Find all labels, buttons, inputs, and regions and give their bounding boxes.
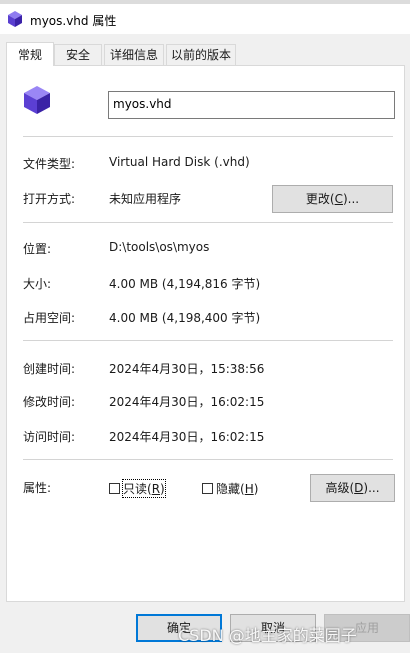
change-button[interactable]: 更改(C)...: [272, 185, 393, 213]
modified-label: 修改时间:: [23, 395, 76, 409]
general-tab-panel: myos.vhd 文件类型: Virtual Hard Disk (.vhd) …: [6, 65, 405, 602]
hidden-text: 隐藏(: [216, 482, 245, 496]
file-name-input[interactable]: myos.vhd: [108, 91, 395, 119]
tab-previous-versions[interactable]: 以前的版本: [166, 44, 236, 65]
divider: [23, 136, 393, 137]
hidden-tail: ): [253, 482, 259, 496]
file-type-value: Virtual Hard Disk (.vhd): [109, 155, 250, 169]
size-on-disk-value: 4.00 MB (4,198,400 字节): [109, 311, 261, 325]
opens-with-label: 打开方式:: [23, 192, 76, 206]
advanced-button-text: 高级(: [325, 481, 355, 495]
tab-general[interactable]: 常规: [6, 42, 54, 66]
file-type-label: 文件类型:: [23, 157, 76, 171]
readonly-text: 只读(: [123, 482, 152, 496]
divider: [23, 459, 393, 460]
vhd-file-large-icon: [24, 86, 50, 114]
watermark: CSDN @地主家的菜园子: [178, 626, 357, 645]
hidden-checkbox[interactable]: 隐藏(H): [202, 480, 258, 497]
size-value: 4.00 MB (4,194,816 字节): [109, 277, 261, 291]
readonly-accesskey: R: [151, 482, 161, 496]
divider: [23, 340, 393, 341]
size-label: 大小:: [23, 277, 52, 291]
created-label: 创建时间:: [23, 362, 76, 376]
modified-value: 2024年4月30日，16:02:15: [109, 395, 265, 409]
opens-with-value: 未知应用程序: [109, 192, 182, 206]
accessed-value: 2024年4月30日，16:02:15: [109, 430, 265, 444]
change-button-text: 更改(: [305, 192, 335, 206]
vhd-file-icon: [8, 11, 22, 27]
tab-details[interactable]: 详细信息: [104, 44, 164, 65]
window-title: myos.vhd 属性: [30, 14, 117, 28]
readonly-tail: ): [160, 482, 165, 496]
hidden-accesskey: H: [244, 482, 254, 496]
readonly-checkbox[interactable]: 只读(R): [109, 479, 166, 498]
hidden-checkbox-box[interactable]: [202, 483, 213, 494]
title-bar: myos.vhd 属性: [0, 4, 410, 34]
change-button-accesskey: C: [334, 192, 343, 206]
advanced-button[interactable]: 高级(D)...: [310, 474, 395, 502]
divider: [23, 222, 393, 223]
readonly-checkbox-box[interactable]: [109, 483, 120, 494]
tab-security[interactable]: 安全: [54, 44, 102, 65]
location-value: D:\tools\os\myos: [109, 240, 210, 254]
attributes-label: 属性:: [23, 481, 52, 495]
advanced-button-tail: )...: [363, 481, 380, 495]
hidden-checkbox-label: 隐藏(H): [216, 480, 258, 497]
accessed-label: 访问时间:: [23, 430, 76, 444]
change-button-tail: )...: [342, 192, 360, 206]
readonly-checkbox-label: 只读(R): [122, 479, 166, 498]
size-on-disk-label: 占用空间:: [23, 311, 76, 325]
created-value: 2024年4月30日，15:38:56: [109, 362, 265, 376]
location-label: 位置:: [23, 242, 52, 256]
